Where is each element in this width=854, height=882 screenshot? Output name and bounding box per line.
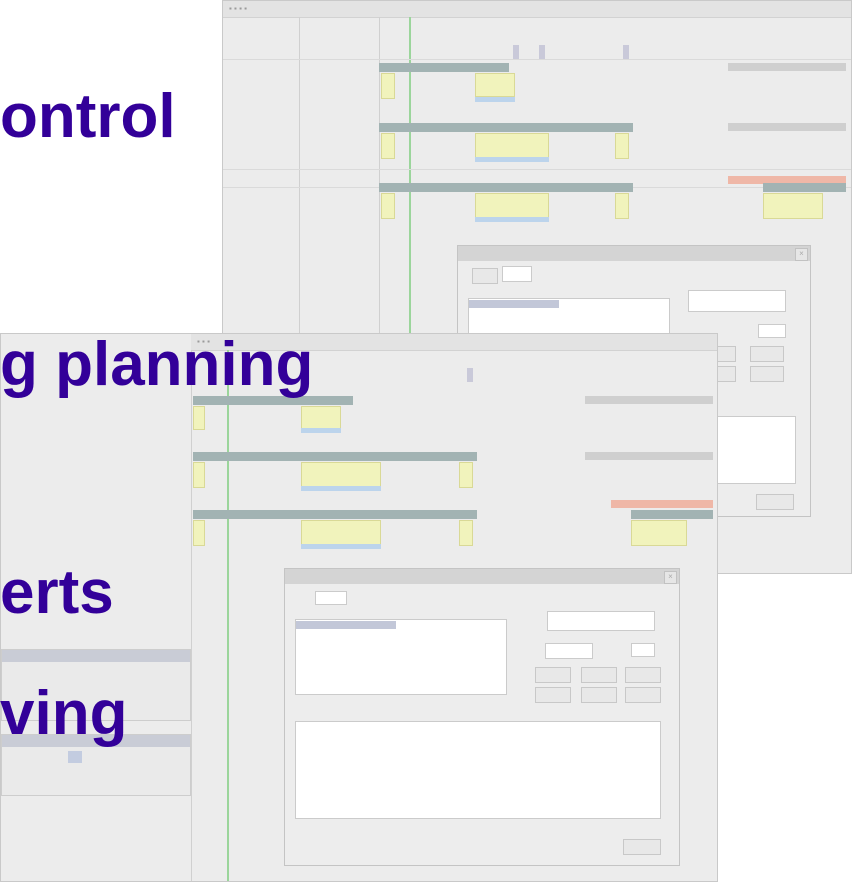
- dialog-list-row-selected: [296, 621, 396, 629]
- dialog-field: [545, 643, 593, 659]
- dialog-field: [758, 324, 786, 338]
- dialog-field: [315, 591, 347, 605]
- dialog-field: [688, 290, 786, 312]
- dialog-field: [502, 266, 532, 282]
- task-block: [301, 406, 341, 430]
- dialog-button: [756, 494, 794, 510]
- dialog-button: [472, 268, 498, 284]
- side-panel-title-bar: [2, 650, 190, 662]
- timeline-bar: [585, 396, 713, 404]
- timeline-bar: [585, 452, 713, 460]
- timeline-bar: [193, 452, 477, 461]
- divider: [223, 59, 851, 60]
- dialog-log: [295, 721, 661, 819]
- menubar: ▪ ▪ ▪ ▪: [223, 1, 851, 18]
- timeline-bar: [763, 183, 846, 192]
- timeline-bar: [631, 510, 713, 519]
- task-block: [381, 133, 395, 159]
- task-block: [193, 406, 205, 430]
- dialog-button: [625, 667, 661, 683]
- task-block: [615, 133, 629, 159]
- timeline-bar: [728, 123, 846, 131]
- timeline-bar: [193, 510, 477, 519]
- timeline-node: [513, 45, 519, 59]
- task-band: [301, 544, 381, 549]
- task-band: [475, 157, 549, 162]
- timeline-bar: [728, 63, 846, 71]
- dialog-list: [295, 619, 507, 695]
- timeline-node: [467, 368, 473, 382]
- dialog-button: [535, 687, 571, 703]
- dialog-button: [625, 687, 661, 703]
- task-block: [301, 462, 381, 488]
- timeline-bar: [379, 183, 633, 192]
- task-block: [381, 193, 395, 219]
- dialog-title-bar: ×: [285, 569, 679, 584]
- task-block: [301, 520, 381, 546]
- slide-heading-1: ontrol: [0, 82, 176, 151]
- task-block: [193, 462, 205, 488]
- dialog-field: [547, 611, 655, 631]
- task-band: [301, 428, 341, 433]
- menu-item: ▪ ▪ ▪ ▪: [229, 4, 248, 13]
- timeline-bar-alert: [611, 500, 713, 508]
- dialog-window: ×: [284, 568, 680, 866]
- time-cursor: [227, 350, 229, 881]
- task-block: [459, 462, 473, 488]
- timeline-bar: [379, 123, 633, 132]
- close-icon: ×: [795, 248, 808, 261]
- slide-heading-3: erts: [0, 558, 114, 627]
- task-block: [381, 73, 395, 99]
- timeline-node: [539, 45, 545, 59]
- timeline-bar: [379, 63, 509, 72]
- dialog-button: [581, 687, 617, 703]
- dialog-button: [581, 667, 617, 683]
- task-block: [193, 520, 205, 546]
- slide-heading-2: g planning: [0, 330, 314, 399]
- task-block: [475, 193, 549, 219]
- task-block: [615, 193, 629, 219]
- dialog-button: [623, 839, 661, 855]
- divider: [223, 169, 851, 170]
- task-band: [475, 97, 515, 102]
- task-block: [763, 193, 823, 219]
- task-block: [475, 133, 549, 159]
- timeline-node: [623, 45, 629, 59]
- panel-icon: [68, 751, 82, 763]
- dialog-button: [750, 366, 784, 382]
- slide-heading-4: ving: [0, 679, 128, 748]
- dialog-title-bar: ×: [458, 246, 810, 261]
- close-icon: ×: [664, 571, 677, 584]
- panel-divider: [191, 350, 192, 881]
- task-block: [631, 520, 687, 546]
- dialog-button: [535, 667, 571, 683]
- task-band: [475, 217, 549, 222]
- task-block: [459, 520, 473, 546]
- dialog-list-row-selected: [469, 300, 559, 308]
- dialog-field: [631, 643, 655, 657]
- task-band: [301, 486, 381, 491]
- task-block: [475, 73, 515, 97]
- dialog-button: [750, 346, 784, 362]
